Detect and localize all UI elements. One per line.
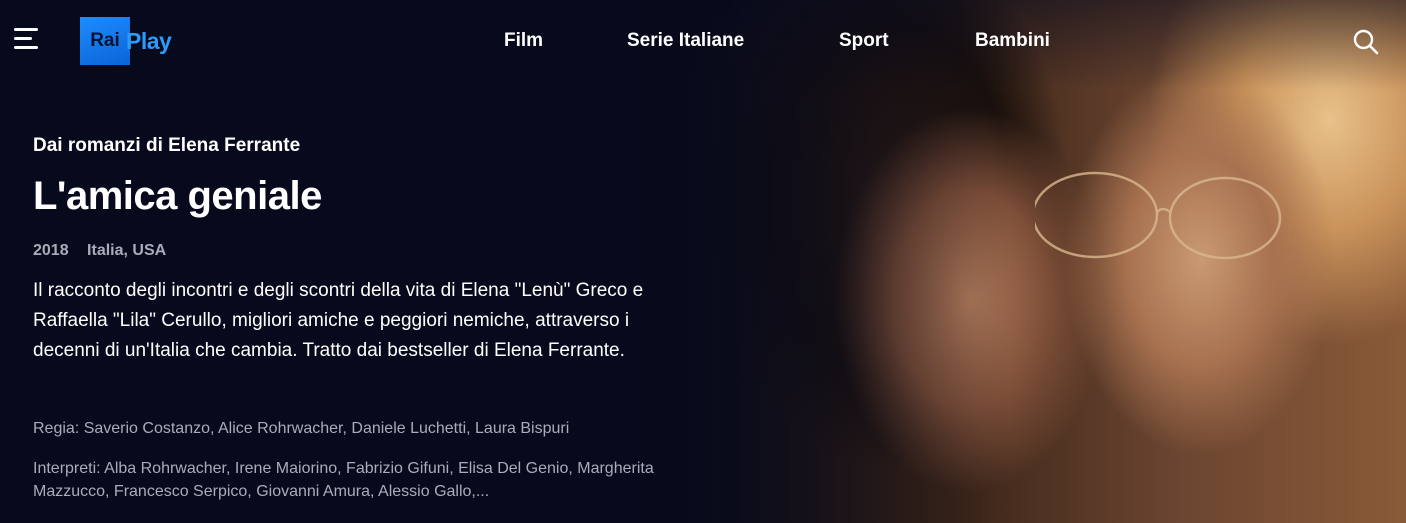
- hero-description: Il racconto degli incontri e degli scont…: [33, 280, 644, 361]
- top-navigation-bar: Rai Play Film Serie Italiane Sport Bambi…: [0, 0, 1406, 82]
- credits-cast: Interpreti: Alba Rohrwacher, Irene Maior…: [33, 460, 654, 500]
- raiplay-logo[interactable]: Rai Play: [80, 17, 195, 65]
- hero-meta: 2018 Italia, USA: [33, 242, 166, 260]
- release-year: 2018: [33, 242, 69, 259]
- hero-kicker: Dai romanzi di Elena Ferrante: [33, 135, 301, 156]
- logo-play-text: Play: [126, 27, 172, 54]
- hamburger-menu-icon[interactable]: [14, 28, 40, 50]
- page-title: L'amica geniale: [33, 174, 322, 218]
- logo-rai-text: Rai: [90, 30, 120, 51]
- nav-item-sport[interactable]: Sport: [839, 30, 889, 52]
- credits-directors: Regia: Saverio Costanzo, Alice Rohrwache…: [33, 420, 570, 437]
- logo-rai-box: Rai: [80, 17, 130, 65]
- nav-item-serie-italiane[interactable]: Serie Italiane: [627, 30, 744, 52]
- nav-item-bambini[interactable]: Bambini: [975, 30, 1050, 52]
- production-country: Italia, USA: [87, 242, 167, 259]
- nav-item-film[interactable]: Film: [504, 30, 543, 52]
- search-icon[interactable]: [1352, 28, 1380, 56]
